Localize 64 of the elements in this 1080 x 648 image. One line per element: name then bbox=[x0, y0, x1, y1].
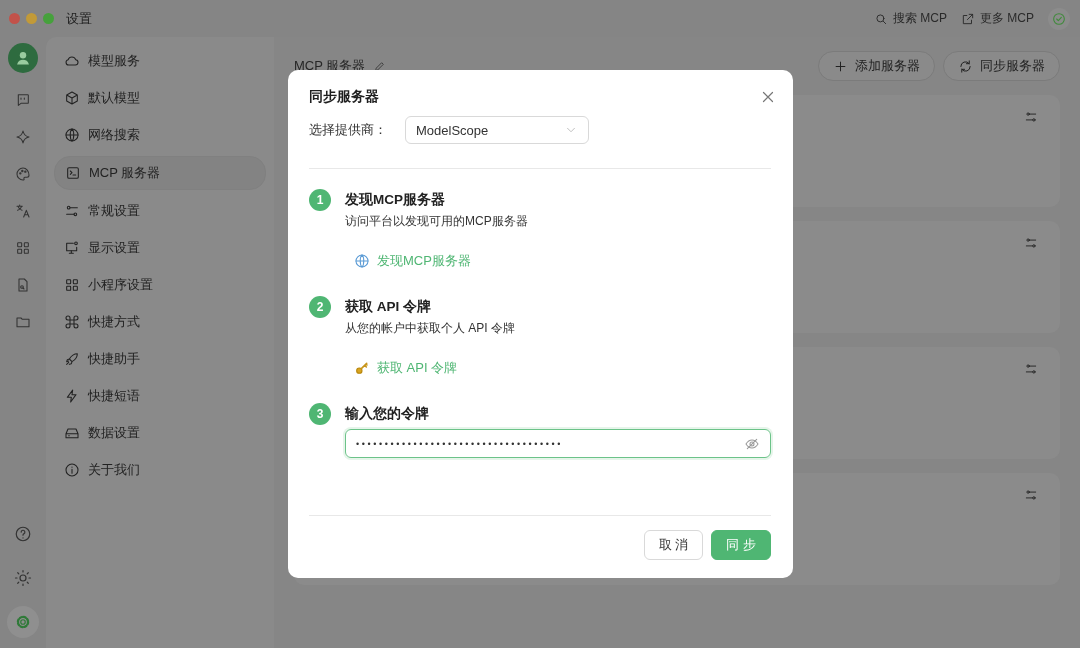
sidebar-item[interactable]: 网络搜索 bbox=[54, 119, 266, 151]
step-title: 获取 API 令牌 bbox=[345, 298, 432, 316]
globe-icon bbox=[354, 253, 370, 269]
pencil-icon bbox=[373, 59, 387, 73]
rocket-icon bbox=[64, 351, 80, 367]
sidebar-item[interactable]: 关于我们 bbox=[54, 454, 266, 486]
terminal-icon bbox=[65, 165, 81, 181]
drive-icon bbox=[64, 425, 80, 441]
minimize-window-button[interactable] bbox=[26, 13, 37, 24]
add-server-button[interactable]: 添加服务器 bbox=[818, 51, 935, 81]
external-link-icon bbox=[961, 11, 975, 26]
sync-button[interactable]: 同 步 bbox=[711, 530, 771, 560]
provider-select[interactable]: ModelScope bbox=[405, 116, 589, 144]
lightning-icon bbox=[64, 388, 80, 404]
key-icon bbox=[354, 360, 370, 376]
info-icon bbox=[64, 462, 80, 478]
chat-icon bbox=[15, 92, 31, 108]
step-number: 2 bbox=[309, 296, 331, 318]
sparkle-icon bbox=[15, 129, 31, 145]
step-number: 3 bbox=[309, 403, 331, 425]
avatar[interactable] bbox=[8, 43, 38, 73]
grid-icon bbox=[15, 240, 31, 256]
monitor-icon bbox=[64, 240, 80, 256]
dialog-title: 同步服务器 bbox=[309, 88, 379, 106]
step-number: 1 bbox=[309, 189, 331, 211]
token-field[interactable]: •••••••••••••••••••••••••••••••••••• bbox=[345, 429, 771, 458]
sidebar-item[interactable]: 快捷短语 bbox=[54, 380, 266, 412]
window-title: 设置 bbox=[66, 9, 92, 28]
grid-icon bbox=[64, 277, 80, 293]
cube-icon bbox=[64, 90, 80, 106]
check-circle-icon bbox=[1051, 10, 1067, 27]
translate-icon bbox=[15, 203, 31, 219]
sidebar-item[interactable]: 模型服务 bbox=[54, 45, 266, 77]
sidebar-item[interactable]: 小程序设置 bbox=[54, 269, 266, 301]
sidebar-item[interactable]: MCP 服务器 bbox=[54, 156, 266, 190]
sync-server-button[interactable]: 同步服务器 bbox=[943, 51, 1060, 81]
sidebar-item[interactable]: 快捷方式 bbox=[54, 306, 266, 338]
sidebar-item[interactable]: 默认模型 bbox=[54, 82, 266, 114]
search-icon bbox=[874, 11, 888, 26]
sidebar-item[interactable]: 常规设置 bbox=[54, 195, 266, 227]
command-icon bbox=[64, 314, 80, 330]
step-description: 访问平台以发现可用的MCP服务器 bbox=[345, 213, 529, 230]
rail-button[interactable] bbox=[7, 606, 39, 638]
help-icon bbox=[14, 525, 32, 543]
step-title: 输入您的令牌 bbox=[345, 405, 430, 423]
step-title: 发现MCP服务器 bbox=[345, 191, 446, 209]
globe-icon bbox=[64, 127, 80, 143]
search-button[interactable]: 搜索 MCP bbox=[874, 10, 947, 27]
folder-icon bbox=[15, 314, 31, 330]
cancel-button[interactable]: 取 消 bbox=[643, 530, 704, 560]
plus-icon bbox=[833, 58, 848, 74]
step-description: 从您的帐户中获取个人 API 令牌 bbox=[345, 320, 516, 337]
cloud-icon bbox=[64, 53, 80, 69]
sync-icon bbox=[958, 58, 973, 74]
document-search-icon bbox=[15, 277, 31, 293]
palette-icon bbox=[15, 166, 31, 182]
link-button[interactable]: 更多 MCP bbox=[961, 10, 1034, 27]
sun-icon bbox=[14, 569, 32, 587]
sidebar-item[interactable]: 显示设置 bbox=[54, 232, 266, 264]
sidebar-item[interactable]: 数据设置 bbox=[54, 417, 266, 449]
step-link[interactable]: 发现MCP服务器 bbox=[354, 252, 771, 270]
step-link[interactable]: 获取 API 令牌 bbox=[354, 359, 771, 377]
provider-label: 选择提供商： bbox=[309, 121, 387, 139]
sidebar-item[interactable]: 快捷助手 bbox=[54, 343, 266, 375]
